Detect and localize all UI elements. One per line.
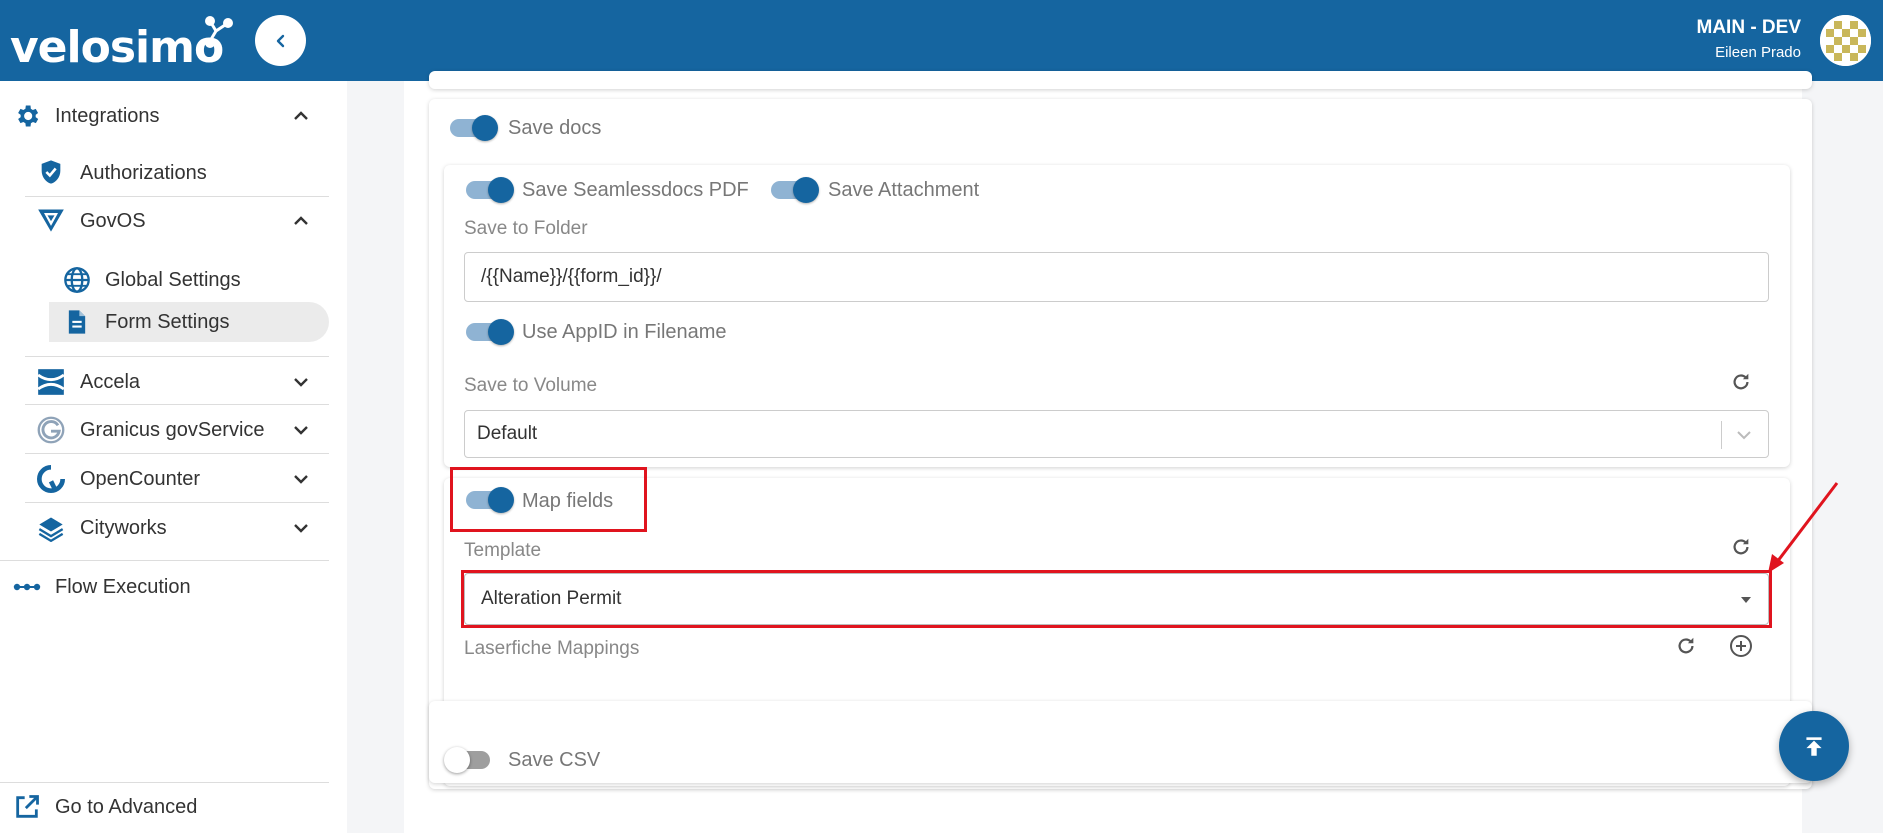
save-to-folder-input[interactable]	[464, 252, 1769, 302]
divider	[25, 453, 329, 454]
main-content: Save docs Save Seamlessdocs PDF Save Att…	[404, 71, 1812, 833]
save-attachment-toggle[interactable]	[771, 176, 819, 203]
globe-icon	[64, 267, 90, 293]
sidebar-item-opencounter[interactable]: OpenCounter	[25, 459, 330, 499]
user-name: Eileen Prado	[1715, 44, 1801, 61]
avatar-pattern-icon	[1820, 15, 1871, 66]
sidebar-item-govos[interactable]: GovOS	[25, 201, 330, 241]
sidebar-item-label: Go to Advanced	[55, 796, 198, 818]
sidebar-item-label: Integrations	[55, 105, 160, 127]
avatar[interactable]	[1820, 15, 1871, 66]
divider	[25, 356, 329, 357]
sidebar-item-form-settings[interactable]: Form Settings	[49, 302, 329, 342]
sidebar-item-integrations[interactable]: Integrations	[0, 96, 330, 136]
arrow-upward-icon	[1806, 737, 1822, 756]
accela-logo-icon	[37, 369, 65, 395]
refresh-icon	[1678, 637, 1694, 654]
chevron-down-icon	[294, 378, 308, 387]
select-separator	[1721, 421, 1722, 449]
save-seamlessdocs-pdf-toggle[interactable]	[466, 176, 514, 203]
govos-logo-icon	[38, 209, 64, 232]
sidebar-item-flow-execution[interactable]: Flow Execution	[0, 567, 330, 607]
save-to-volume-value: Default	[477, 423, 538, 444]
divider	[0, 560, 329, 561]
save-csv-label: Save CSV	[508, 749, 601, 771]
sidebar-item-label: Accela	[80, 371, 141, 393]
refresh-volume-button[interactable]	[1727, 368, 1755, 396]
add-circle-icon	[1730, 635, 1752, 657]
shield-check-icon	[41, 160, 61, 184]
annotation-arrow-icon	[1768, 482, 1839, 573]
logo-mark-icon	[205, 16, 233, 48]
chevron-up-icon	[294, 111, 308, 120]
sidebar-item-cityworks[interactable]: Cityworks	[25, 508, 330, 548]
divider	[25, 196, 329, 197]
divider	[25, 502, 329, 503]
scroll-to-top-button[interactable]	[1779, 711, 1849, 781]
granicus-logo-icon	[37, 416, 65, 444]
sidebar-item-label: OpenCounter	[80, 468, 201, 490]
sidebar-item-authorizations[interactable]: Authorizations	[25, 153, 330, 193]
document-icon	[68, 310, 86, 334]
refresh-mappings-button[interactable]	[1672, 632, 1700, 660]
sidebar-item-label: Flow Execution	[55, 576, 191, 598]
previous-section-card	[429, 71, 1812, 89]
flow-dots-icon	[13, 583, 41, 591]
opencounter-logo-icon	[37, 465, 65, 493]
save-docs-label: Save docs	[508, 117, 602, 139]
sidebar-item-granicus[interactable]: Granicus govService	[25, 410, 330, 450]
sidebar: Integrations Authorizations GovOS Global…	[0, 81, 347, 833]
chevron-down-icon	[294, 475, 308, 484]
sidebar-gutter	[347, 81, 385, 833]
template-label: Template	[464, 540, 542, 561]
refresh-template-button[interactable]	[1727, 533, 1755, 561]
divider	[25, 404, 329, 405]
sidebar-item-label: Global Settings	[105, 269, 241, 291]
sidebar-item-accela[interactable]: Accela	[25, 362, 330, 402]
save-attachment-label: Save Attachment	[828, 179, 980, 201]
template-highlight-box	[461, 570, 1772, 628]
collapse-sidebar-button[interactable]	[255, 15, 306, 66]
save-to-folder-label: Save to Folder	[464, 218, 588, 239]
sidebar-item-global-settings[interactable]: Global Settings	[49, 260, 329, 300]
laserfiche-mappings-label: Laserfiche Mappings	[464, 638, 640, 659]
save-seamlessdocs-pdf-label: Save Seamlessdocs PDF	[522, 179, 749, 201]
environment-info: MAIN - DEV Eileen Prado	[1697, 16, 1802, 64]
chevron-down-icon	[294, 426, 308, 435]
gear-icon	[18, 105, 39, 127]
chevron-up-icon	[294, 216, 308, 225]
chevron-down-icon	[294, 524, 308, 533]
top-bar: velosimo MAIN - DEV Eileen Prado	[0, 0, 1883, 81]
save-csv-toggle[interactable]	[444, 746, 492, 773]
save-docs-toggle[interactable]	[450, 114, 498, 141]
chevron-down-icon	[1737, 431, 1751, 440]
divider	[0, 782, 329, 783]
cityworks-logo-icon	[38, 517, 64, 542]
sidebar-item-label: Form Settings	[105, 311, 230, 333]
refresh-icon	[1733, 538, 1749, 555]
save-csv-card	[429, 701, 1812, 783]
sidebar-item-go-to-advanced[interactable]: Go to Advanced	[0, 787, 330, 827]
save-to-volume-select[interactable]: Default	[464, 410, 1769, 458]
sidebar-item-label: Authorizations	[80, 162, 207, 184]
sidebar-item-label: Granicus govService	[80, 419, 265, 441]
app-logo: velosimo	[10, 22, 224, 73]
sidebar-item-label: GovOS	[80, 210, 146, 232]
add-mapping-button[interactable]	[1727, 632, 1755, 660]
sidebar-item-label: Cityworks	[80, 517, 167, 539]
use-appid-label: Use AppID in Filename	[522, 321, 727, 343]
environment-name: MAIN - DEV	[1696, 17, 1802, 38]
refresh-icon	[1733, 373, 1749, 390]
map-fields-highlight-box	[450, 467, 647, 532]
save-to-volume-label: Save to Volume	[464, 375, 598, 396]
use-appid-toggle[interactable]	[466, 318, 514, 345]
external-link-icon	[16, 795, 39, 818]
chevron-left-icon	[276, 34, 284, 47]
